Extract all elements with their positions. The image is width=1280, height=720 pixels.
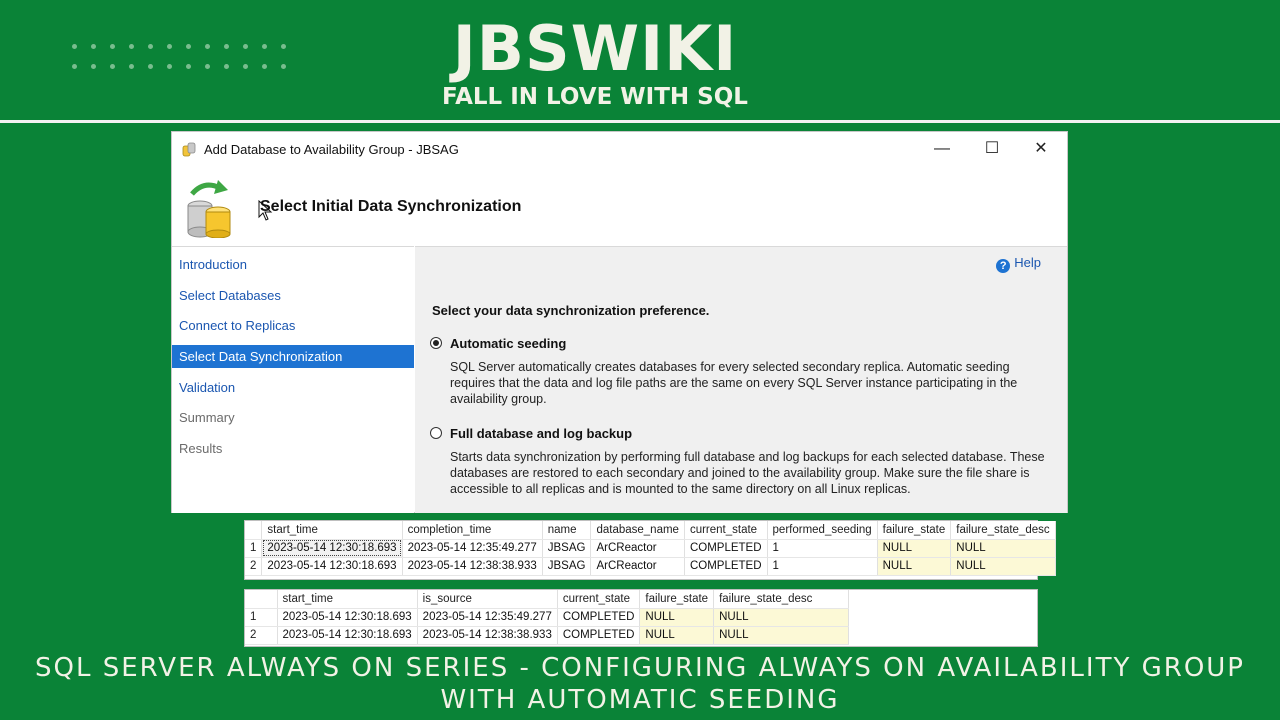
brand-title: JBSWIKI [452, 12, 738, 85]
table-cell[interactable]: NULL [950, 557, 1056, 576]
nav-item-results: Results [179, 441, 223, 456]
maximize-button[interactable]: ☐ [970, 136, 1014, 162]
table-cell[interactable]: 2023-05-14 12:35:49.277 [402, 539, 543, 558]
table-cell[interactable]: NULL [639, 626, 715, 645]
table-cell[interactable]: 1 [767, 539, 878, 558]
decorative-dots [70, 42, 290, 76]
row-number[interactable]: 2 [245, 557, 263, 576]
table-cell[interactable]: COMPLETED [557, 626, 641, 645]
grid2-col-header[interactable]: start_time [277, 590, 418, 609]
grid1-header-row: start_time completion_time name database… [245, 521, 1056, 540]
table-cell[interactable]: ArCReactor [590, 557, 685, 576]
grid2-col-header[interactable]: failure_state [639, 590, 715, 609]
video-title-line-2: WITH AUTOMATIC SEEDING [440, 685, 840, 715]
table-cell[interactable]: NULL [877, 539, 952, 558]
wizard-header: Select Initial Data Synchronization [172, 166, 1067, 246]
table-cell[interactable]: NULL [713, 608, 850, 627]
table-cell[interactable]: ArCReactor [590, 539, 685, 558]
table-cell[interactable]: 2023-05-14 12:38:38.933 [402, 557, 543, 576]
nav-item-introduction[interactable]: Introduction [172, 253, 414, 276]
automatic-seeding-label[interactable]: Automatic seeding [450, 336, 566, 351]
grid1-col-header[interactable]: name [542, 521, 592, 540]
nav-item-connect-to-replicas[interactable]: Connect to Replicas [172, 314, 414, 337]
window-titlebar[interactable]: Add Database to Availability Group - JBS… [172, 132, 1067, 166]
grid2-corner [245, 590, 278, 609]
nav-item-select-data-synchronization[interactable]: Select Data Synchronization [172, 345, 414, 368]
video-title: SQL SERVER ALWAYS ON SERIES - CONFIGURIN… [0, 652, 1280, 716]
full-backup-radio[interactable] [430, 427, 442, 439]
grid1-col-header[interactable]: performed_seeding [767, 521, 878, 540]
help-icon: ? [996, 259, 1011, 273]
window-title: Add Database to Availability Group - JBS… [204, 142, 459, 157]
grid2-col-header[interactable]: is_source [417, 590, 558, 609]
grid1-col-header[interactable]: completion_time [402, 521, 543, 540]
table-row[interactable]: 1 2023-05-14 12:30:18.693 2023-05-14 12:… [245, 608, 850, 627]
table-cell[interactable]: 1 [767, 557, 878, 576]
grid1-col-header[interactable]: database_name [590, 521, 685, 540]
help-label: Help [1014, 255, 1041, 270]
table-cell[interactable]: COMPLETED [684, 557, 768, 576]
table-cell[interactable]: JBSAG [542, 557, 592, 576]
grid2-col-header[interactable]: failure_state_desc [713, 590, 850, 609]
table-cell[interactable]: NULL [877, 557, 952, 576]
grid2-col-header[interactable]: current_state [557, 590, 641, 609]
close-button[interactable]: ✕ [1019, 136, 1063, 162]
table-cell[interactable]: JBSAG [542, 539, 592, 558]
table-cell[interactable]: 2023-05-14 12:38:38.933 [417, 626, 558, 645]
wizard-content: ? Help Select your data synchronization p… [415, 246, 1067, 513]
automatic-seeding-description: SQL Server automatically creates databas… [450, 360, 1018, 406]
table-cell[interactable]: COMPLETED [557, 608, 641, 627]
table-row[interactable]: 2 2023-05-14 12:30:18.693 2023-05-14 12:… [245, 557, 1056, 576]
row-number[interactable]: 1 [245, 608, 278, 627]
automatic-seeding-radio[interactable] [430, 337, 442, 349]
grid1-col-header[interactable]: failure_state_desc [950, 521, 1056, 540]
table-cell[interactable]: NULL [713, 626, 850, 645]
minimize-button[interactable]: — [920, 136, 964, 162]
table-row[interactable]: 2 2023-05-14 12:30:18.693 2023-05-14 12:… [245, 626, 850, 645]
table-cell[interactable]: 2023-05-14 12:35:49.277 [417, 608, 558, 627]
results-grid-1[interactable]: start_time completion_time name database… [244, 520, 1056, 580]
header-divider [0, 120, 1280, 123]
grid1-corner [245, 521, 263, 540]
table-cell[interactable]: 2023-05-14 12:30:18.693 [277, 626, 418, 645]
table-cell[interactable]: 2023-05-14 12:30:18.693 [277, 608, 418, 627]
table-row[interactable]: 1 2023-05-14 12:30:18.693 2023-05-14 12:… [245, 539, 1056, 558]
grid1-col-header[interactable]: current_state [684, 521, 768, 540]
table-cell[interactable]: NULL [950, 539, 1056, 558]
video-title-line-1: SQL SERVER ALWAYS ON SERIES - CONFIGURIN… [35, 653, 1245, 683]
table-cell[interactable]: NULL [639, 608, 715, 627]
page-heading: Select Initial Data Synchronization [260, 198, 522, 215]
sync-prompt: Select your data synchronization prefere… [432, 303, 710, 318]
nav-item-select-databases[interactable]: Select Databases [172, 284, 414, 307]
wizard-window: Add Database to Availability Group - JBS… [172, 132, 1067, 513]
full-backup-description: Starts data synchronization by performin… [450, 450, 1045, 496]
database-sync-icon [187, 180, 231, 238]
table-cell[interactable]: 2023-05-14 12:30:18.693 [261, 539, 403, 558]
results-grid-2[interactable]: start_time is_source current_state failu… [244, 589, 1038, 647]
help-link[interactable]: ? Help [996, 255, 1041, 273]
nav-item-summary: Summary [179, 410, 235, 425]
table-cell[interactable]: 2023-05-14 12:30:18.693 [261, 557, 403, 576]
wizard-nav: Introduction Select Databases Connect to… [172, 246, 414, 513]
brand-tagline: FALL IN LOVE WITH SQL [442, 84, 748, 110]
row-number[interactable]: 2 [245, 626, 278, 645]
table-cell[interactable]: COMPLETED [684, 539, 768, 558]
full-backup-label[interactable]: Full database and log backup [450, 426, 632, 441]
app-icon [182, 142, 196, 157]
grid1-col-header[interactable]: failure_state [877, 521, 952, 540]
grid2-header-row: start_time is_source current_state failu… [245, 590, 850, 609]
row-number[interactable]: 1 [245, 539, 263, 558]
nav-item-validation[interactable]: Validation [172, 376, 414, 399]
grid1-col-header[interactable]: start_time [261, 521, 403, 540]
